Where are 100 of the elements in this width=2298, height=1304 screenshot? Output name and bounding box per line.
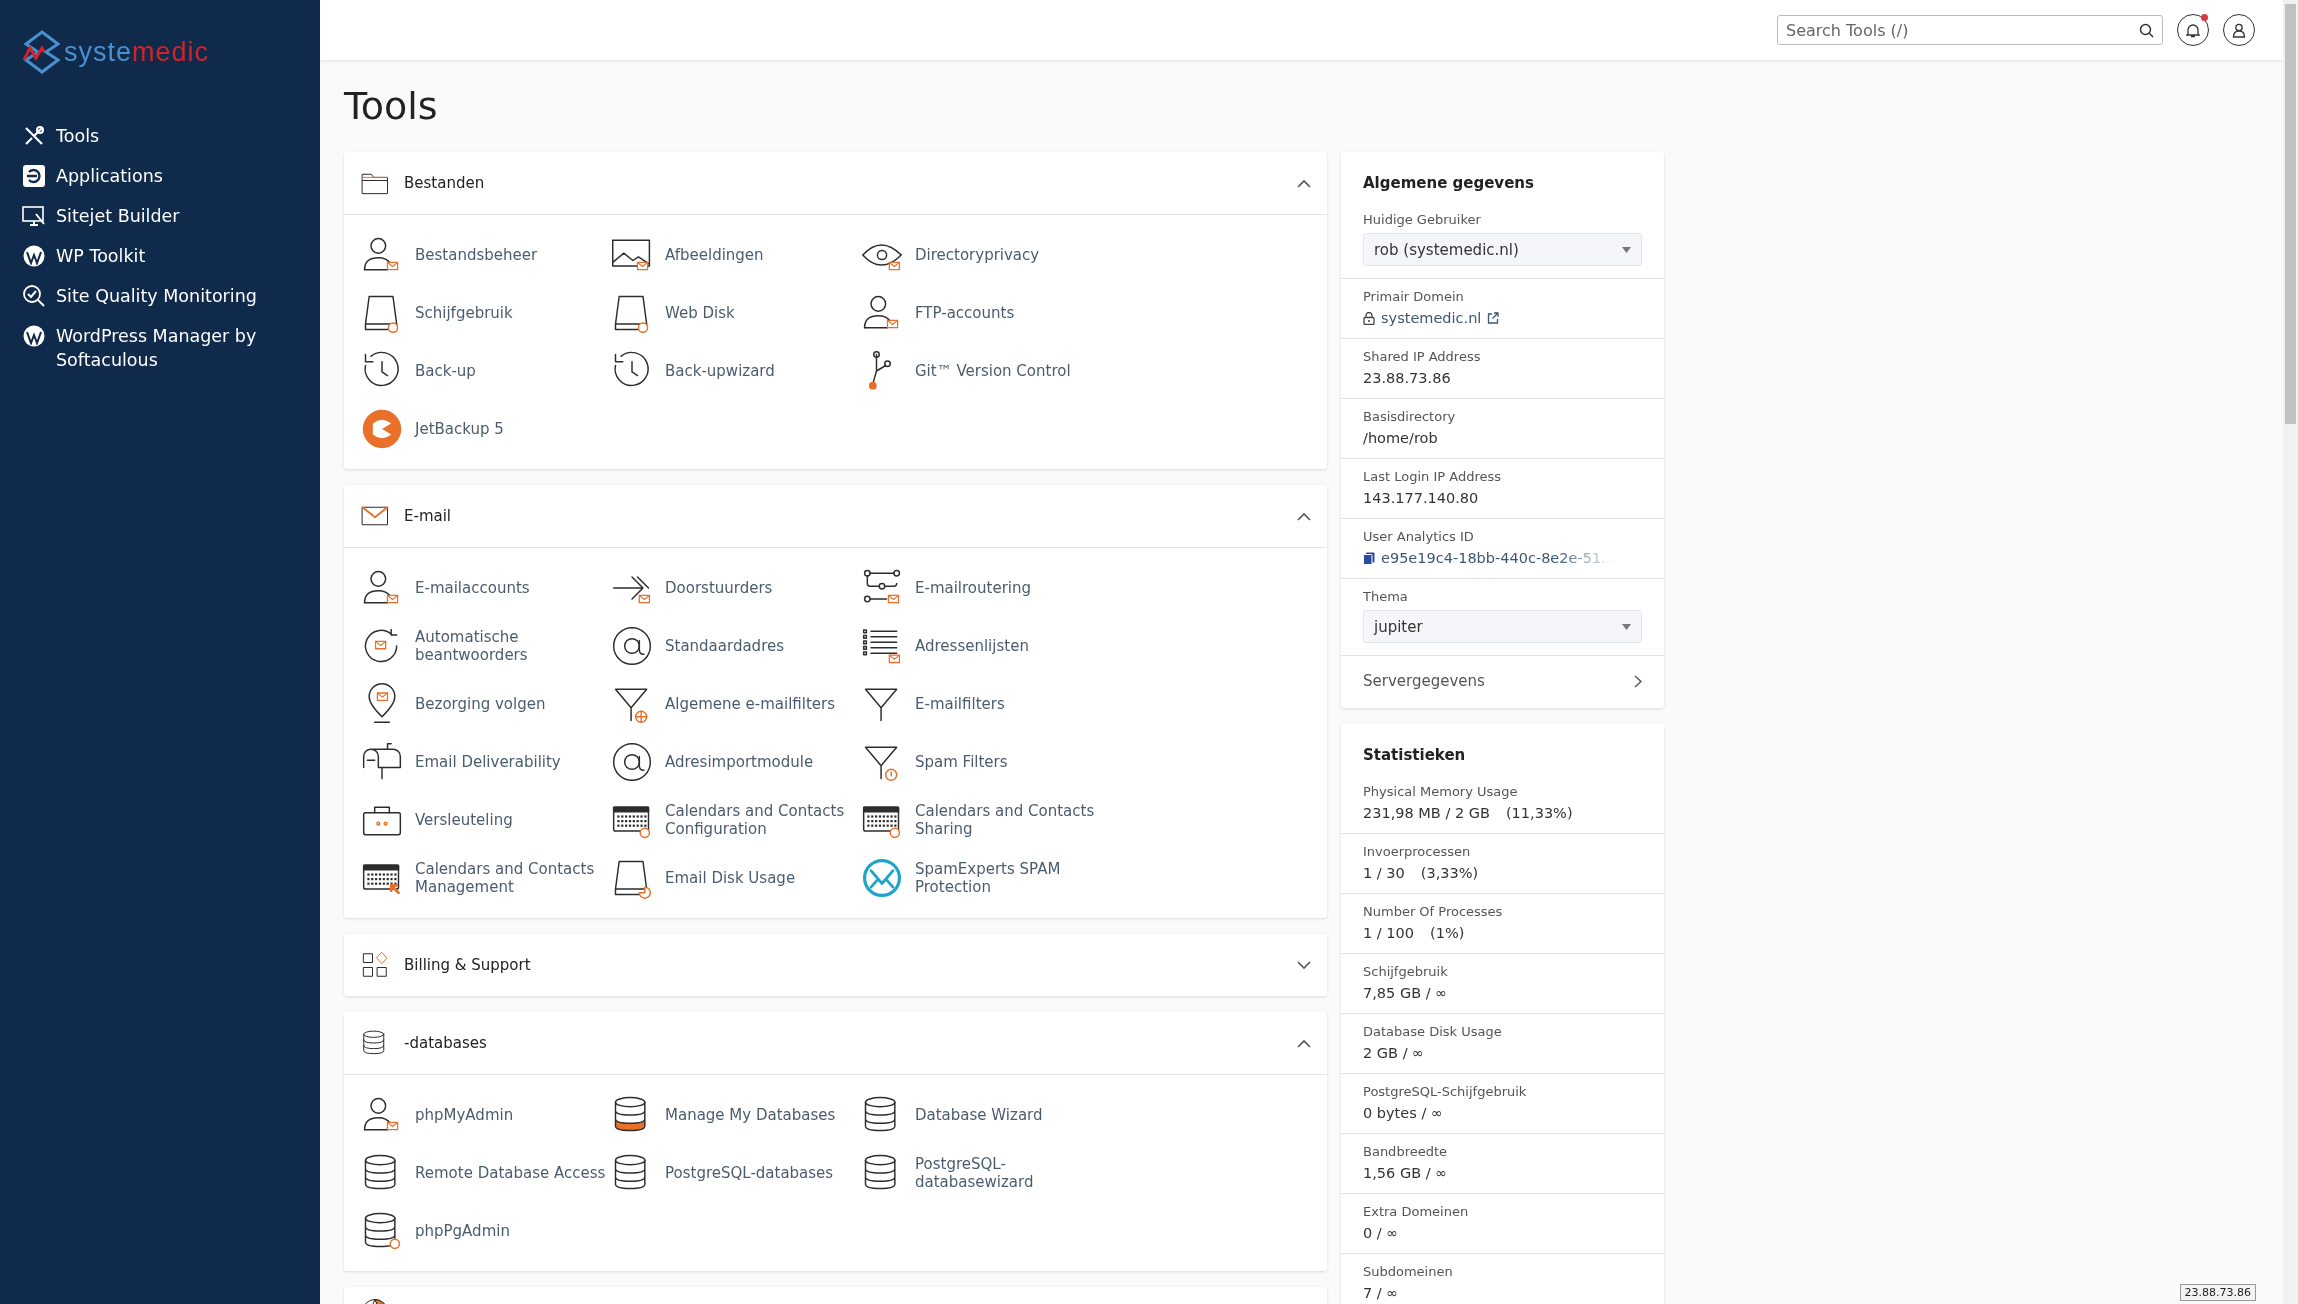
tool-link[interactable]: Adressenlijsten bbox=[915, 637, 1029, 655]
stat-value: 1 / 30 bbox=[1363, 865, 1405, 881]
tool-link[interactable]: Automatische beantwoorders bbox=[415, 628, 610, 664]
field-label: User Analytics ID bbox=[1363, 529, 1475, 544]
field-label: Basisdirectory bbox=[1363, 409, 1457, 424]
tool-link[interactable]: Standaardadres bbox=[665, 637, 785, 655]
tool-link[interactable]: Doorstuurders bbox=[665, 579, 773, 597]
tool-link[interactable]: JetBackup 5 bbox=[415, 420, 504, 438]
sidebar-item[interactable]: Applications bbox=[22, 164, 320, 188]
tool-link[interactable]: Directoryprivacy bbox=[915, 246, 1040, 264]
tool-link[interactable]: Git™ Version Control bbox=[915, 362, 1071, 380]
chevron-up-icon[interactable] bbox=[1297, 178, 1311, 188]
lock-icon bbox=[1363, 311, 1375, 325]
field-label: Primair Domein bbox=[1363, 289, 1465, 304]
stat-value: 7,85 GB / ∞ bbox=[1363, 985, 1448, 1001]
section-title[interactable]: Billing & Support bbox=[404, 956, 1283, 974]
wordpress-icon bbox=[22, 244, 46, 268]
grid-icon bbox=[360, 950, 390, 980]
stat-label: Invoerprocessen bbox=[1363, 844, 1472, 859]
tool-link[interactable]: Bestandsbeheer bbox=[415, 246, 538, 264]
exit-icon bbox=[22, 164, 46, 188]
tool-link[interactable]: Web Disk bbox=[665, 304, 735, 322]
chevron-right-icon bbox=[1634, 674, 1642, 688]
stat-value: 231,98 MB / 2 GB bbox=[1363, 805, 1490, 821]
section-title[interactable]: Bestanden bbox=[404, 174, 1283, 192]
stat-label: Bandbreedte bbox=[1363, 1144, 1449, 1159]
stat-value: 0 bytes / ∞ bbox=[1363, 1105, 1443, 1121]
field-label: Thema bbox=[1363, 589, 1409, 604]
field-label: Shared IP Address bbox=[1363, 349, 1482, 364]
tool-link[interactable]: Email Deliverability bbox=[415, 753, 561, 771]
tool-link[interactable]: Remote Database Access bbox=[415, 1164, 606, 1182]
user-button[interactable] bbox=[2223, 14, 2255, 46]
chevron-up-icon[interactable] bbox=[1297, 511, 1311, 521]
field-value: 143.177.140.80 bbox=[1363, 490, 1479, 506]
envelope-circle-icon bbox=[860, 856, 904, 900]
tool-link[interactable]: Calendars and Contacts Sharing bbox=[915, 802, 1110, 838]
chevron-up-icon[interactable] bbox=[1297, 1038, 1311, 1048]
tool-link[interactable]: E-mailaccounts bbox=[415, 579, 530, 597]
tool-link[interactable]: PostgreSQL-databases bbox=[665, 1164, 834, 1182]
tool-link[interactable]: Spam Filters bbox=[915, 753, 1008, 771]
tool-link[interactable]: Back-up bbox=[415, 362, 476, 380]
tool-link[interactable]: phpMyAdmin bbox=[415, 1106, 514, 1124]
tool-link[interactable]: FTP-accounts bbox=[915, 304, 1015, 322]
tool-link[interactable]: E-mailfilters bbox=[915, 695, 1005, 713]
tool-link[interactable]: Algemene e-mailfilters bbox=[665, 695, 835, 713]
tool-link[interactable]: phpPgAdmin bbox=[415, 1222, 510, 1240]
tool-link[interactable]: Email Disk Usage bbox=[665, 869, 796, 887]
tool-link[interactable]: Database Wizard bbox=[915, 1106, 1043, 1124]
field-label: Huidige Gebruiker bbox=[1363, 212, 1482, 227]
sidebar-item[interactable]: WordPress Manager by Softaculous bbox=[22, 324, 320, 372]
sidebar-item[interactable]: Site Quality Monitoring bbox=[22, 284, 320, 308]
tool-link[interactable]: Calendars and Contacts Management bbox=[415, 860, 610, 896]
chevron-down-icon[interactable] bbox=[1297, 960, 1311, 970]
stat-percent: (11,33%) bbox=[1505, 805, 1573, 821]
panel-title: Statistieken bbox=[1362, 745, 1467, 766]
section-title[interactable]: -databases bbox=[404, 1034, 1283, 1052]
caret-icon bbox=[1622, 623, 1631, 630]
monitor-icon bbox=[22, 204, 46, 228]
tool-link[interactable]: Adresimportmodule bbox=[665, 753, 814, 771]
sidebar-item[interactable]: Sitejet Builder bbox=[22, 204, 320, 228]
tool-link[interactable]: Afbeeldingen bbox=[665, 246, 764, 264]
select-field[interactable]: rob (systemedic.nl) bbox=[1363, 233, 1642, 266]
stat-value: 7 / ∞ bbox=[1363, 1285, 1399, 1301]
stat-value: 2 GB / ∞ bbox=[1363, 1045, 1425, 1061]
stat-label: Schijfgebruik bbox=[1363, 964, 1449, 979]
sidebar-item[interactable]: Tools bbox=[22, 124, 320, 148]
notifications-button[interactable] bbox=[2177, 14, 2209, 46]
tool-link[interactable]: Bezorging volgen bbox=[415, 695, 546, 713]
tool-link[interactable]: Schijfgebruik bbox=[415, 304, 513, 322]
magnifier-icon bbox=[22, 284, 46, 308]
tool-link[interactable]: Back-upwizard bbox=[665, 362, 775, 380]
tool-link[interactable]: Versleuteling bbox=[415, 811, 513, 829]
field-value: /home/rob bbox=[1363, 430, 1438, 446]
logo-icon bbox=[22, 30, 62, 74]
stat-label: Extra Domeinen bbox=[1363, 1204, 1470, 1219]
server-info-link[interactable]: Servergegevens bbox=[1341, 656, 1664, 708]
tool-link[interactable]: Manage My Databases bbox=[665, 1106, 836, 1124]
sidebar-item[interactable]: WP Toolkit bbox=[22, 244, 320, 268]
search-field[interactable]: Search Tools (/) bbox=[1777, 15, 2163, 45]
stat-percent: (3,33%) bbox=[1420, 865, 1479, 881]
tool-link[interactable]: PostgreSQL-databasewizard bbox=[915, 1155, 1110, 1191]
field-value: e95e19c4-18bb-440c-8e2e-51… bbox=[1381, 550, 1616, 566]
external-link-icon[interactable] bbox=[1487, 312, 1500, 324]
tool-link[interactable]: SpamExperts SPAM Protection bbox=[915, 860, 1110, 896]
user-icon bbox=[2232, 22, 2246, 38]
field-label: Last Login IP Address bbox=[1363, 469, 1502, 484]
ip-tooltip: 23.88.73.86 bbox=[2179, 1284, 2256, 1301]
field-value: 23.88.73.86 bbox=[1363, 370, 1451, 386]
select-field[interactable]: jupiter bbox=[1363, 610, 1642, 643]
tool-link[interactable]: E-mailroutering bbox=[915, 579, 1032, 597]
section-title[interactable]: E-mail bbox=[404, 507, 1283, 525]
copy-icon[interactable] bbox=[1363, 551, 1375, 565]
domain-link[interactable]: systemedic.nl bbox=[1381, 310, 1482, 326]
stat-label: Number Of Processes bbox=[1363, 904, 1504, 919]
stat-label: PostgreSQL-Schijfgebruik bbox=[1363, 1084, 1528, 1099]
panel-title: Algemene gegevens bbox=[1362, 173, 1535, 194]
at-icon bbox=[610, 624, 654, 668]
scrollbar[interactable] bbox=[2283, 0, 2298, 1304]
tool-link[interactable]: Calendars and Contacts Configuration bbox=[665, 802, 860, 838]
stat-value: 1 / 100 bbox=[1363, 925, 1414, 941]
